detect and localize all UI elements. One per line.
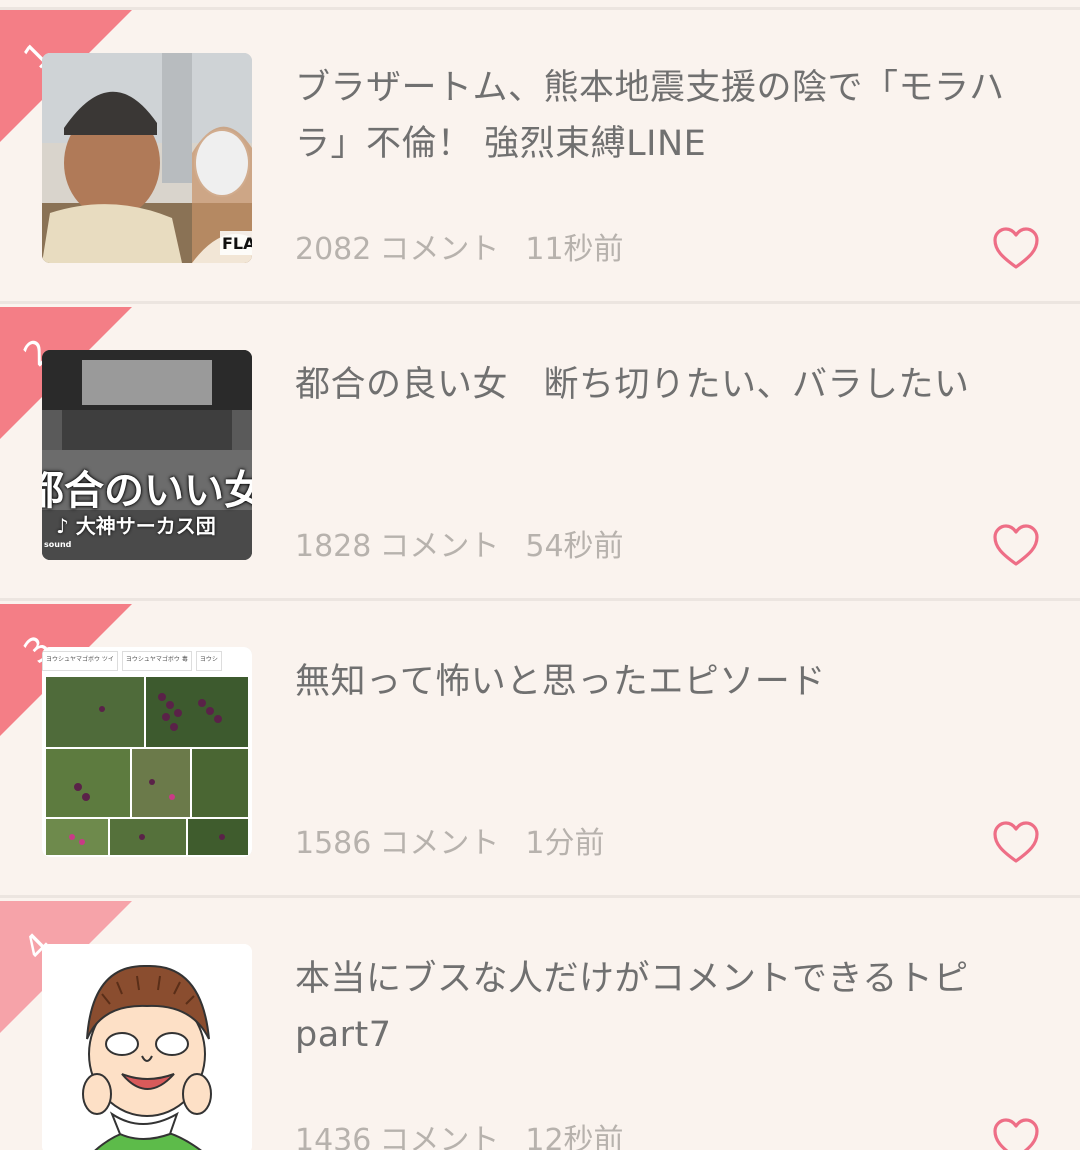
search-chips: ヨウシュヤマゴボウ ツイ ヨウシュヤマゴボウ 毒 ヨウシ xyxy=(42,651,252,671)
topic-item-3[interactable]: 3 ヨウシュヤマゴボウ ツイ ヨウシュヤマゴボウ 毒 ヨウシ 無知って怖いと思っ… xyxy=(0,604,1080,898)
comment-label: コメント xyxy=(379,529,500,564)
comment-label: コメント xyxy=(379,1123,500,1150)
item-divider xyxy=(0,895,1080,898)
topic-thumbnail[interactable]: 都合のいい女 ♪ 大神サーカス団 sound xyxy=(42,350,252,560)
comment-count: 1436 xyxy=(295,1123,372,1150)
topic-title[interactable]: ブラザートム、熊本地震支援の陰で「モラハラ」不倫！ 強烈束縛LINE xyxy=(295,60,1015,172)
thumbnail-caption-sub: ♪ 大神サーカス団 xyxy=(56,514,216,538)
topic-title[interactable]: 本当にブスな人だけがコメントできるトピ part7 xyxy=(295,951,1015,1063)
topic-title[interactable]: 無知って怖いと思ったエピソード xyxy=(295,654,1015,710)
topic-meta: 1436 コメント 12秒前 xyxy=(295,1115,624,1150)
heart-outline-icon[interactable] xyxy=(992,820,1040,864)
comment-label: コメント xyxy=(379,232,500,267)
thumbnail-tag: sound xyxy=(44,540,72,549)
comment-label: コメント xyxy=(379,826,500,861)
comment-count: 2082 xyxy=(295,232,372,267)
topic-meta: 1828 コメント 54秒前 xyxy=(295,521,624,565)
time-ago: 54秒前 xyxy=(525,529,624,564)
heart-outline-icon[interactable] xyxy=(992,1117,1040,1150)
topic-item-4[interactable]: 4 本当にブスな人だけがコメントできるトピ part7 1436 コメント 12… xyxy=(0,901,1080,1150)
search-chip: ヨウシ xyxy=(195,651,222,671)
time-ago: 11秒前 xyxy=(525,232,624,267)
item-divider xyxy=(0,301,1080,304)
heart-outline-icon[interactable] xyxy=(992,523,1040,567)
topic-thumbnail[interactable] xyxy=(42,944,252,1150)
thumbnail-caption-main: 都合のいい女 xyxy=(42,467,252,514)
item-divider xyxy=(0,598,1080,601)
topic-thumbnail[interactable]: ヨウシュヤマゴボウ ツイ ヨウシュヤマゴボウ 毒 ヨウシ xyxy=(42,647,252,857)
heart-outline-icon[interactable] xyxy=(992,226,1040,270)
comment-count: 1828 xyxy=(295,529,372,564)
topic-title[interactable]: 都合の良い女 断ち切りたい、バラしたい xyxy=(295,357,1015,413)
thumbnail-caption: FLA xyxy=(222,234,252,253)
topic-ranking-list: 1 FLA ブラザートム、熊本地震支援の陰で「モラハラ」不倫！ 強烈束縛LINE… xyxy=(0,0,1080,1150)
time-ago: 1分前 xyxy=(525,826,605,861)
search-chip: ヨウシュヤマゴボウ ツイ xyxy=(42,651,118,671)
comment-count: 1586 xyxy=(295,826,372,861)
topic-item-1[interactable]: 1 FLA ブラザートム、熊本地震支援の陰で「モラハラ」不倫！ 強烈束縛LINE… xyxy=(0,10,1080,304)
time-ago: 12秒前 xyxy=(525,1123,624,1150)
topic-thumbnail[interactable]: FLA xyxy=(42,53,252,263)
topic-meta: 2082 コメント 11秒前 xyxy=(295,224,624,268)
topic-meta: 1586 コメント 1分前 xyxy=(295,818,604,862)
search-chip: ヨウシュヤマゴボウ 毒 xyxy=(121,651,192,671)
topic-item-2[interactable]: 2 都合のいい女 ♪ 大神サーカス団 sound 都合の良い女 断ち切りたい、バ… xyxy=(0,307,1080,601)
